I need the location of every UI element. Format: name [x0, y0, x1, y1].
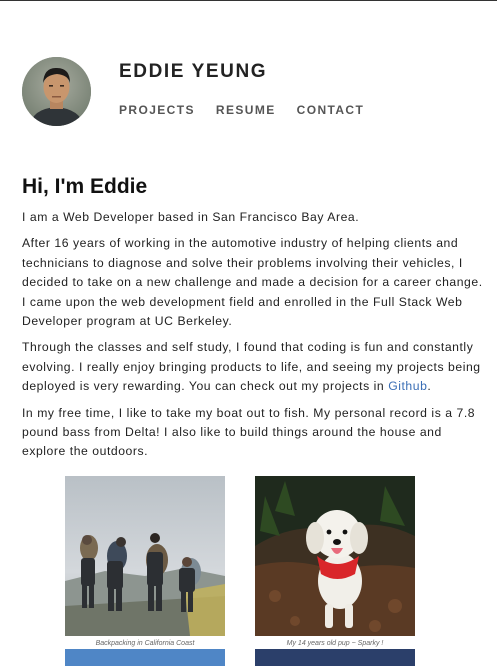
nav-contact-link[interactable]: CONTACT: [297, 103, 365, 117]
about-section: Hi, I'm Eddie I am a Web Developer based…: [22, 175, 488, 469]
gallery-image-3: [65, 649, 225, 666]
backpacking-caption: Backpacking in California Coast: [95, 640, 195, 647]
dog-caption: My 14 years old pup ~ Sparky !: [286, 640, 384, 647]
github-link[interactable]: Github: [388, 379, 427, 393]
hobbies-paragraph: In my free time, I like to take my boat …: [22, 405, 476, 459]
career-paragraph: After 16 years of working in the automot…: [22, 236, 483, 329]
main-nav: PROJECTS RESUME CONTACT: [119, 103, 364, 117]
coding-paragraph-end: .: [427, 379, 432, 394]
profile-photo: [22, 57, 91, 126]
gallery-photo-3: [65, 649, 225, 666]
intro-paragraph: I am a Web Developer based in San Franci…: [22, 210, 360, 224]
page-heading: Hi, I'm Eddie: [22, 175, 148, 198]
dog-photo: [255, 476, 415, 636]
dog-image: [255, 476, 415, 636]
site-title[interactable]: EDDIE YEUNG: [119, 61, 267, 83]
coding-paragraph: Through the classes and self study, I fo…: [22, 338, 488, 396]
gallery-photo-4: [255, 649, 415, 666]
avatar: [22, 57, 91, 126]
gallery-image-4: [255, 649, 415, 666]
backpacking-image: [65, 476, 225, 636]
nav-resume-link[interactable]: RESUME: [216, 103, 276, 117]
nav-projects-link[interactable]: PROJECTS: [119, 103, 195, 117]
backpacking-photo: [65, 476, 225, 636]
top-border-line: [0, 0, 497, 1]
